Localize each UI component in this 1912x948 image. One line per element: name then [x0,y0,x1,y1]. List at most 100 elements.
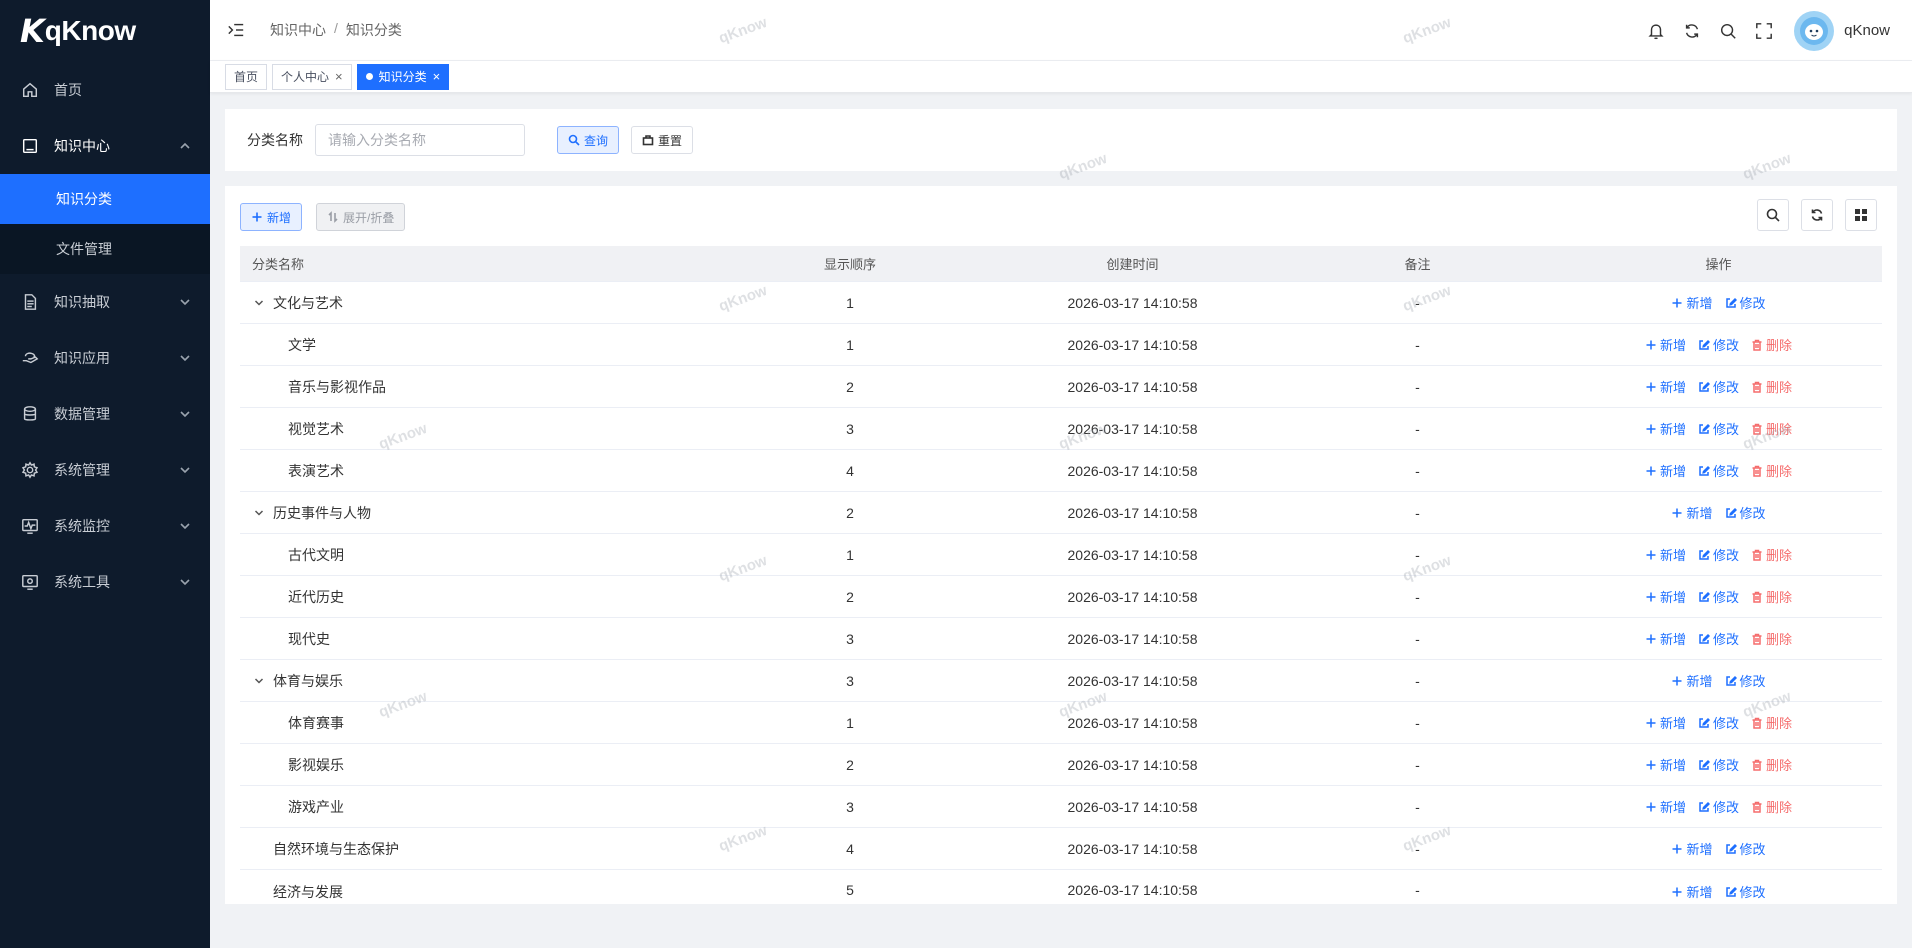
category-name-input[interactable] [315,124,525,156]
category-name: 自然环境与生态保护 [273,840,399,857]
tag-home[interactable]: 首页 [225,63,268,90]
row-add-button[interactable]: 新增 [1645,335,1686,354]
sidebar-item-data-management[interactable]: 数据管理 [0,386,210,442]
row-add-button[interactable]: 新增 [1645,797,1686,816]
trash-icon [1751,801,1763,813]
username[interactable]: qKnow [1844,22,1890,39]
trash-icon [1751,759,1763,771]
tag-knowledge-category[interactable]: 知识分类 × [356,63,450,90]
sidebar-item-label: 知识中心 [54,138,110,154]
sidebar-item-system-management[interactable]: 系统管理 [0,442,210,498]
row-edit-button[interactable]: 修改 [1698,797,1739,816]
row-edit-button[interactable]: 修改 [1698,587,1739,606]
trash-icon [1751,339,1763,351]
close-icon[interactable]: × [335,70,343,83]
chevron-down-icon[interactable] [252,674,266,688]
reset-button[interactable]: 重置 [631,126,694,154]
query-button[interactable]: 查询 [557,126,620,154]
search-icon[interactable] [1718,21,1738,41]
sidebar-item-knowledge-extraction[interactable]: 知识抽取 [0,274,210,330]
sidebar-item-knowledge-center[interactable]: 知识中心 [0,118,210,174]
row-add-button[interactable]: 新增 [1645,629,1686,648]
sidebar-item-file-management[interactable]: 文件管理 [0,224,210,274]
sidebar-item-system-monitoring[interactable]: 系统监控 [0,498,210,554]
logo[interactable]: K qKnow [0,0,210,62]
refresh-table-button[interactable] [1801,199,1833,231]
row-edit-button[interactable]: 修改 [1698,629,1739,648]
edit-icon [1725,675,1737,687]
sidebar-item-system-tools[interactable]: 系统工具 [0,554,210,610]
row-add-button[interactable]: 新增 [1671,882,1713,900]
column-header-note: 备注 [1404,257,1431,272]
row-delete-button[interactable]: 删除 [1751,629,1792,648]
chevron-down-icon[interactable] [252,296,266,310]
row-edit-button[interactable]: 修改 [1725,839,1766,858]
trash-icon [1751,423,1763,435]
sidebar-item-knowledge-application[interactable]: 知识应用 [0,330,210,386]
table-row: 音乐与影视作品 2 2026-03-17 14:10:58 - 新增 修改 删除 [240,366,1882,408]
row-delete-button[interactable]: 删除 [1751,461,1792,480]
plus-icon [1645,465,1657,477]
row-edit-button[interactable]: 修改 [1725,671,1766,690]
row-delete-button[interactable]: 删除 [1751,377,1792,396]
row-delete-button[interactable]: 删除 [1751,335,1792,354]
row-add-button[interactable]: 新增 [1645,461,1686,480]
fullscreen-icon[interactable] [1754,21,1774,41]
bell-icon[interactable] [1646,21,1666,41]
row-edit-button[interactable]: 修改 [1698,755,1739,774]
row-edit-button[interactable]: 修改 [1698,335,1739,354]
row-edit-button[interactable]: 修改 [1725,293,1766,312]
columns-button[interactable] [1845,199,1877,231]
category-table-card: 新增 展开/折叠 分类名称 显示顺序 创建时间 备注 操作 文化与艺术 1 2026… [225,186,1897,904]
toggle-search-button[interactable] [1757,199,1789,231]
edit-icon [1698,339,1710,351]
row-edit-button[interactable]: 修改 [1698,419,1739,438]
row-add-button[interactable]: 新增 [1645,755,1686,774]
row-edit-button[interactable]: 修改 [1698,377,1739,396]
row-delete-button[interactable]: 删除 [1751,545,1792,564]
trash-icon [1751,633,1763,645]
breadcrumb-item[interactable]: 知识中心 [270,20,326,40]
table-row: 古代文明 1 2026-03-17 14:10:58 - 新增 修改 删除 [240,534,1882,576]
column-header-name: 分类名称 [252,257,305,272]
row-add-button[interactable]: 新增 [1645,377,1686,396]
search-icon [1766,208,1780,222]
close-icon[interactable]: × [433,70,441,83]
row-delete-button[interactable]: 删除 [1751,755,1792,774]
row-edit-button[interactable]: 修改 [1698,713,1739,732]
row-delete-button[interactable]: 删除 [1751,587,1792,606]
row-add-button[interactable]: 新增 [1645,419,1686,438]
row-edit-button[interactable]: 修改 [1698,461,1739,480]
row-add-button[interactable]: 新增 [1671,503,1713,522]
cell-actions: 新增 修改 删除 [1555,755,1882,774]
row-add-button[interactable]: 新增 [1671,671,1713,690]
expand-collapse-button[interactable]: 展开/折叠 [316,203,406,231]
row-add-button[interactable]: 新增 [1671,293,1713,312]
row-edit-button[interactable]: 修改 [1725,882,1766,900]
row-add-button[interactable]: 新增 [1645,545,1686,564]
hand-icon [20,348,40,368]
table-row: 现代史 3 2026-03-17 14:10:58 - 新增 修改 删除 [240,618,1882,660]
grid-icon [1855,209,1867,221]
row-delete-button[interactable]: 删除 [1751,713,1792,732]
refresh-icon[interactable] [1682,21,1702,41]
sidebar-item-home[interactable]: 首页 [0,62,210,118]
cell-name: 表演艺术 [240,461,715,481]
chevron-down-icon[interactable] [252,506,266,520]
sidebar-item-knowledge-category[interactable]: 知识分类 [0,174,210,224]
cell-created-time: 2026-03-17 14:10:58 [1067,588,1198,605]
row-add-button[interactable]: 新增 [1645,587,1686,606]
avatar[interactable] [1794,10,1835,51]
row-add-button[interactable]: 新增 [1645,713,1686,732]
row-edit-button[interactable]: 修改 [1698,545,1739,564]
tag-profile[interactable]: 个人中心 × [272,63,352,90]
cell-order: 3 [846,672,854,689]
row-delete-button[interactable]: 删除 [1751,797,1792,816]
home-icon [20,80,40,100]
row-delete-button[interactable]: 删除 [1751,419,1792,438]
collapse-menu-icon[interactable] [226,20,246,40]
add-button[interactable]: 新增 [240,203,303,231]
row-add-button[interactable]: 新增 [1671,839,1713,858]
row-edit-button[interactable]: 修改 [1725,503,1766,522]
cell-order: 3 [846,798,854,815]
